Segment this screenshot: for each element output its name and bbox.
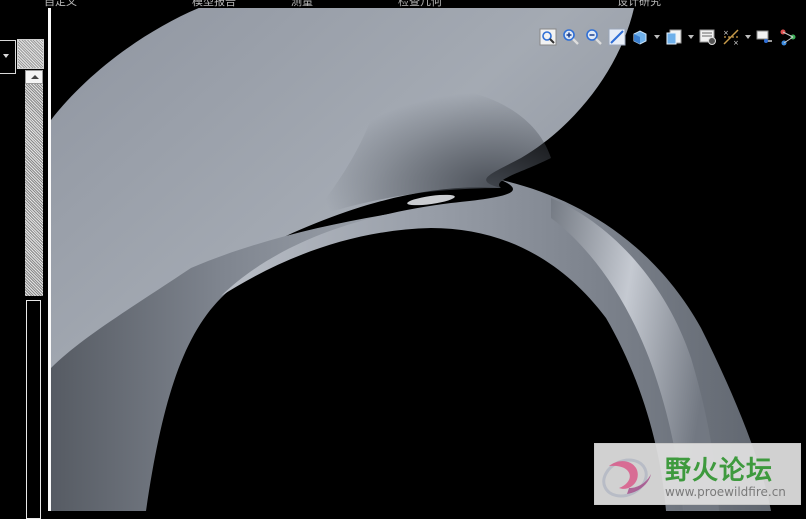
- panel-scrollbar[interactable]: [25, 70, 43, 519]
- wildfire-logo-icon: [602, 458, 651, 498]
- datum-display-icon[interactable]: × ×: [721, 27, 741, 47]
- saved-views-icon[interactable]: [664, 27, 684, 47]
- tab-inspect-geometry[interactable]: 检查几何: [398, 0, 442, 8]
- scroll-up-button[interactable]: [25, 70, 43, 84]
- menu-bar: 自定义 模型报告 测量 检查几何 设计研究: [0, 0, 806, 8]
- zoom-fit-icon[interactable]: [538, 27, 558, 47]
- panel-thumbnail[interactable]: [17, 39, 44, 69]
- tab-model-report[interactable]: 模型报告: [192, 0, 236, 8]
- watermark-url: www.proewildfire.cn: [665, 485, 786, 499]
- forum-watermark: 野火论坛 www.proewildfire.cn: [594, 443, 801, 505]
- svg-text:×: ×: [733, 39, 739, 46]
- panel-dropdown[interactable]: [0, 40, 16, 74]
- view-toolbar: × ×: [538, 26, 798, 48]
- datum-dropdown[interactable]: [744, 27, 752, 47]
- spin-center-icon[interactable]: [755, 27, 775, 47]
- chevron-down-icon: [654, 35, 660, 39]
- view-manager-icon[interactable]: [698, 27, 718, 47]
- chevron-down-icon: [745, 35, 751, 39]
- tab-measure[interactable]: 测量: [291, 0, 313, 8]
- svg-text:×: ×: [723, 29, 729, 37]
- swept-surface-model[interactable]: [51, 8, 806, 511]
- shading-dropdown[interactable]: [653, 27, 661, 47]
- zoom-in-icon[interactable]: [561, 27, 581, 47]
- scroll-lower-area[interactable]: [26, 300, 41, 519]
- chevron-down-icon: [3, 54, 9, 58]
- graphics-viewport[interactable]: × ×: [51, 8, 806, 511]
- scroll-track[interactable]: [25, 84, 43, 296]
- model-tree-panel: [0, 8, 46, 519]
- tab-customize[interactable]: 自定义: [44, 0, 77, 8]
- repaint-icon[interactable]: [607, 27, 627, 47]
- chevron-down-icon: [688, 35, 694, 39]
- tab-design-study[interactable]: 设计研究: [617, 0, 661, 8]
- watermark-title: 野火论坛: [665, 456, 774, 486]
- saved-views-dropdown[interactable]: [687, 27, 695, 47]
- annotation-display-icon[interactable]: [778, 27, 798, 47]
- shading-style-icon[interactable]: [630, 27, 650, 47]
- zoom-out-icon[interactable]: [584, 27, 604, 47]
